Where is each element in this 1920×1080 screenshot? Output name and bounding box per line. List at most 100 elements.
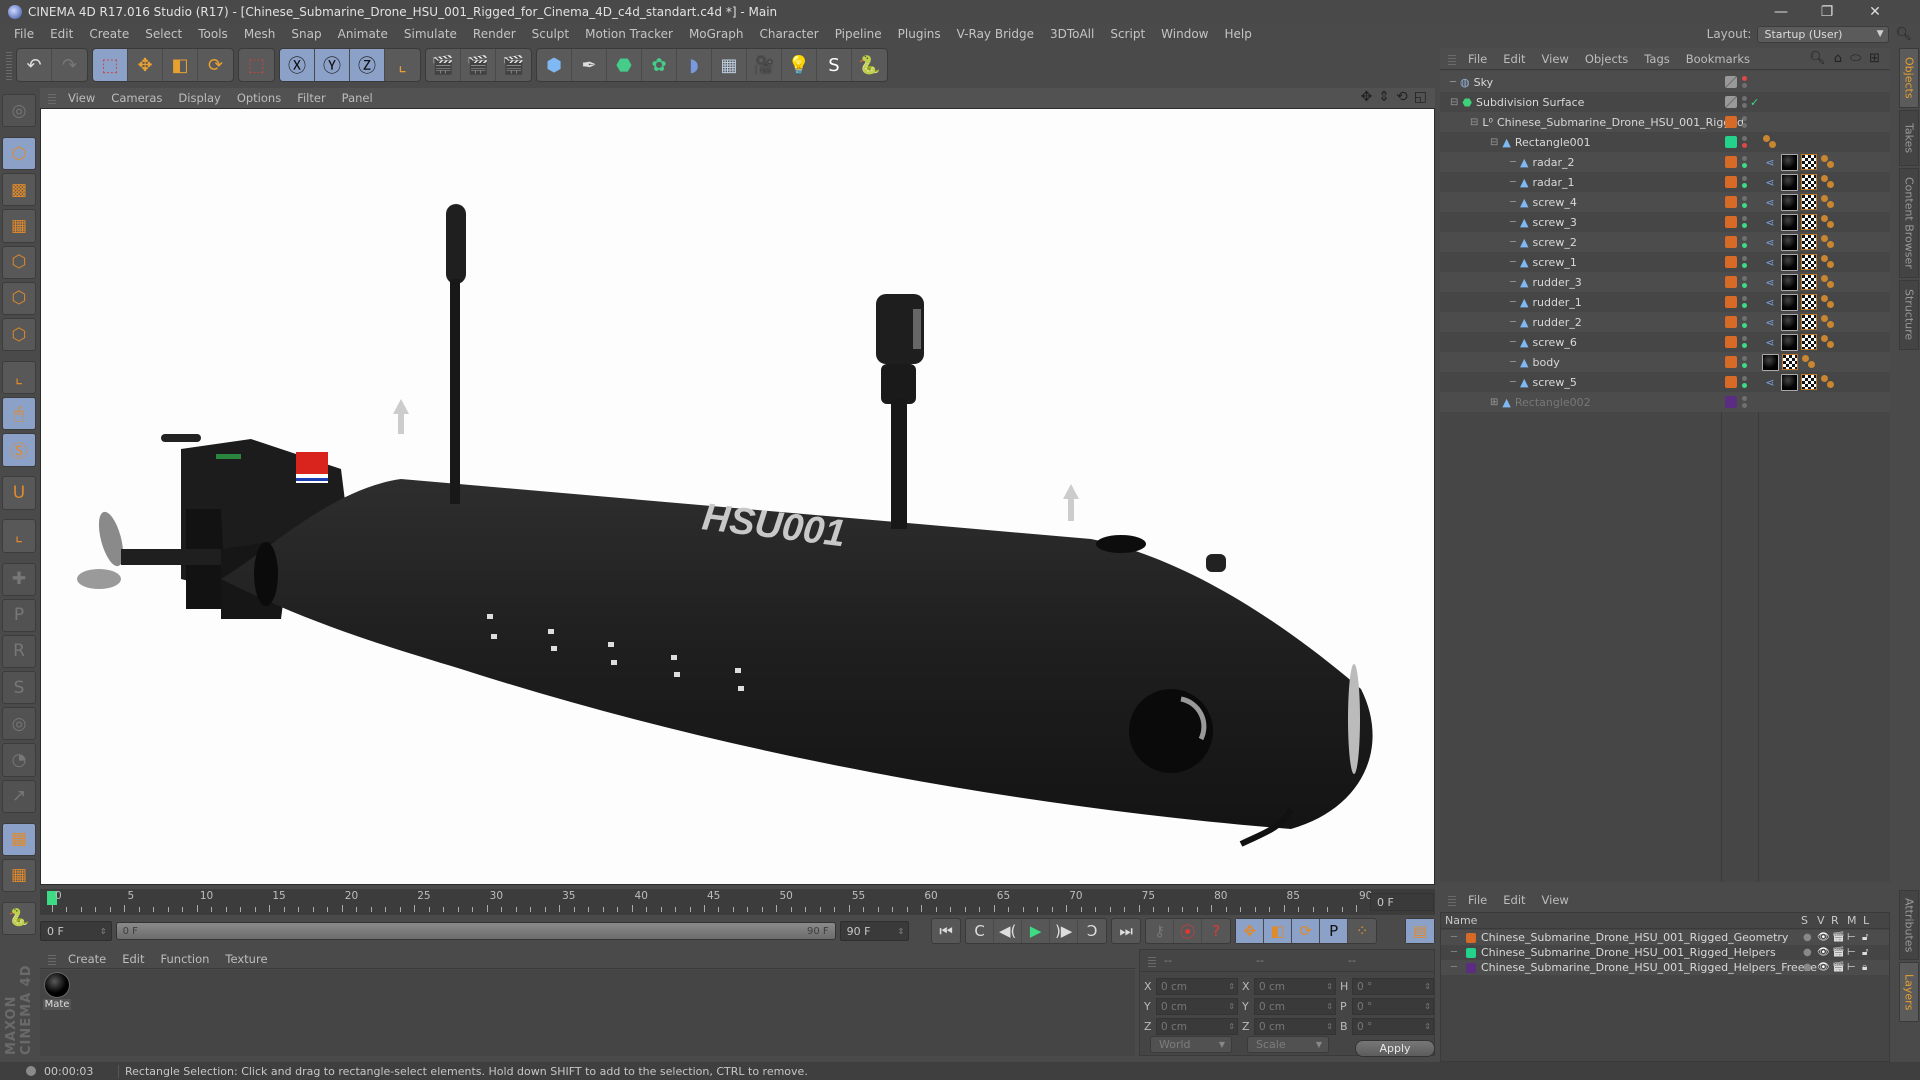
dim-tool-6-icon[interactable]: ◔ (2, 743, 36, 777)
y-axis-lock-icon[interactable]: Ⓨ (315, 49, 350, 81)
solo-icon[interactable]: Ⓢ (2, 433, 36, 467)
next-frame-button[interactable]: )▶ (1050, 919, 1079, 943)
solo-toggle-icon[interactable]: ● (1803, 947, 1812, 958)
viewport-menu-cameras[interactable]: Cameras (103, 91, 170, 105)
layer-color-swatch[interactable] (1725, 316, 1737, 328)
material-tag-icon[interactable] (1781, 293, 1798, 311)
manager-toggle-icon[interactable]: ⊢ (1847, 962, 1856, 973)
render-toggle-icon[interactable]: 🎬︎ (1832, 932, 1845, 943)
visibility-dots[interactable] (1742, 76, 1748, 88)
manager-toggle-icon[interactable]: ⊢ (1847, 947, 1856, 958)
cube-icon[interactable]: ⬢ (537, 49, 572, 81)
grip-handle[interactable] (48, 92, 56, 104)
rotation-h-field[interactable]: 0 ° ⇕ (1352, 978, 1434, 995)
start-frame-field[interactable]: 0 F ⇕ (40, 921, 112, 941)
layer-color-swatch[interactable] (1725, 216, 1737, 228)
material-tag-icon[interactable] (1781, 233, 1798, 251)
column-header-v[interactable]: V (1817, 914, 1825, 927)
end-frame-field[interactable]: 90 F ⇕ (839, 921, 910, 941)
live-selection-icon[interactable]: ⬚ (93, 49, 128, 81)
om-menu-view[interactable]: View (1534, 52, 1577, 66)
layer-menu-file[interactable]: File (1460, 893, 1495, 907)
solo-toggle-icon[interactable]: ● (1803, 932, 1812, 943)
phong-tag-icon[interactable]: ⋖ (1762, 194, 1778, 210)
column-header-m[interactable]: M (1847, 914, 1857, 927)
pen-icon[interactable]: ✒ (572, 49, 607, 81)
material-tag-icon[interactable] (1781, 373, 1798, 391)
camera-icon[interactable]: 🎥 (747, 49, 782, 81)
record-parameter-button[interactable]: P (1320, 919, 1349, 943)
object-row[interactable]: ⊟ ⬣ Subdivision Surface ✓ (1440, 92, 1890, 112)
x-axis-lock-icon[interactable]: Ⓧ (280, 49, 315, 81)
om-menu-objects[interactable]: Objects (1577, 52, 1636, 66)
solo-toggle-icon[interactable]: ● (1803, 962, 1812, 973)
column-header-name[interactable]: Name (1445, 914, 1477, 927)
phong-tag-icon[interactable]: ⋖ (1762, 314, 1778, 330)
visibility-dots[interactable] (1742, 236, 1748, 248)
visibility-dots[interactable] (1742, 116, 1748, 128)
maximize-button[interactable]: ❐ (1804, 0, 1850, 24)
phong-tag-icon[interactable]: ⋖ (1762, 334, 1778, 350)
position-y-field[interactable]: 0 cm ⇕ (1156, 998, 1238, 1015)
zoom-view-icon[interactable]: ⇕ (1378, 89, 1390, 105)
dim-tool-3-icon[interactable]: R (2, 634, 36, 669)
axis-mode-icon[interactable]: ⌞ (2, 360, 36, 395)
uvw-tag-icon[interactable] (1801, 294, 1817, 310)
om-menu-bookmarks[interactable]: Bookmarks (1678, 52, 1758, 66)
menu-snap[interactable]: Snap (283, 27, 329, 41)
vray-icon[interactable]: S (817, 49, 852, 81)
visibility-dots[interactable] (1742, 276, 1748, 288)
layer-color-swatch[interactable] (1725, 116, 1737, 128)
size-x-field[interactable]: 0 cm ⇕ (1254, 978, 1336, 995)
lock-toggle-icon[interactable]: 🔓︎ (1862, 932, 1868, 943)
material-tag-icon[interactable] (1781, 333, 1798, 351)
view-toggle-icon[interactable]: ⬭ (1850, 51, 1861, 66)
menu-edit[interactable]: Edit (42, 27, 81, 41)
rotation-b-field[interactable]: 0 ° ⇕ (1352, 1018, 1434, 1035)
uvw-tag-icon[interactable] (1801, 154, 1817, 170)
coordinate-space-dropdown[interactable]: World ▼ (1150, 1036, 1232, 1053)
object-row[interactable]: ─ ▲ body (1440, 352, 1890, 372)
dim-tool-1-icon[interactable]: ✚ (2, 562, 36, 596)
menu-help[interactable]: Help (1216, 27, 1259, 41)
layer-color-swatch[interactable] (1725, 276, 1737, 288)
layer-color-swatch[interactable] (1466, 962, 1476, 973)
object-row[interactable]: ─ ▲ screw_4 ⋖ (1440, 192, 1890, 212)
layer-color-swatch[interactable] (1725, 176, 1737, 188)
collapse-icon[interactable]: ⊟ (1470, 117, 1478, 128)
visibility-dots[interactable] (1742, 96, 1748, 108)
visibility-dots[interactable] (1742, 296, 1748, 308)
coordinate-mode-dropdown[interactable]: Scale ▼ (1247, 1036, 1329, 1053)
uvw-tag-icon[interactable] (1801, 314, 1817, 330)
menu-mesh[interactable]: Mesh (236, 27, 284, 41)
weight-tag-icon[interactable] (1820, 214, 1836, 230)
workplane-icon[interactable]: ◎ (2, 94, 36, 128)
layer-color-swatch[interactable] (1466, 932, 1476, 943)
column-header-r[interactable]: R (1831, 914, 1839, 927)
phong-tag-icon[interactable]: ⋖ (1762, 274, 1778, 290)
menu-pipeline[interactable]: Pipeline (827, 27, 890, 41)
phong-tag-icon[interactable]: ⋖ (1762, 214, 1778, 230)
record-position-button[interactable]: ✥ (1236, 919, 1265, 943)
lock-toggle-icon[interactable]: 🔓︎ (1862, 947, 1868, 958)
workplane-rotate-icon[interactable]: ▦ (2, 858, 36, 892)
weight-tag-icon[interactable] (1801, 354, 1817, 370)
visibility-dots[interactable] (1742, 256, 1748, 268)
material-tag-icon[interactable] (1781, 253, 1798, 271)
weight-tag-icon[interactable] (1820, 174, 1836, 190)
object-row[interactable]: ─ ▲ rudder_3 ⋖ (1440, 272, 1890, 292)
weight-tag-icon[interactable] (1820, 274, 1836, 290)
menu-character[interactable]: Character (751, 27, 826, 41)
object-row[interactable]: ─ ▲ screw_3 ⋖ (1440, 212, 1890, 232)
layer-color-swatch[interactable] (1725, 396, 1737, 408)
visibility-dots[interactable] (1742, 196, 1748, 208)
side-tab-structure[interactable]: Structure (1899, 280, 1919, 350)
object-row[interactable]: ⊟ L⁰ Chinese_Submarine_Drone_HSU_001_Rigge… (1440, 112, 1890, 132)
manager-toggle-icon[interactable]: ⊢ (1847, 932, 1856, 943)
minimize-button[interactable]: — (1758, 0, 1804, 24)
material-swatch[interactable]: Mate (43, 972, 71, 1016)
timeline-frame-field[interactable]: 0 F (1370, 893, 1434, 911)
material-tag-icon[interactable] (1781, 153, 1798, 171)
menu-sculpt[interactable]: Sculpt (524, 27, 577, 41)
polygons-mode-icon[interactable]: ⬡ (2, 317, 36, 352)
